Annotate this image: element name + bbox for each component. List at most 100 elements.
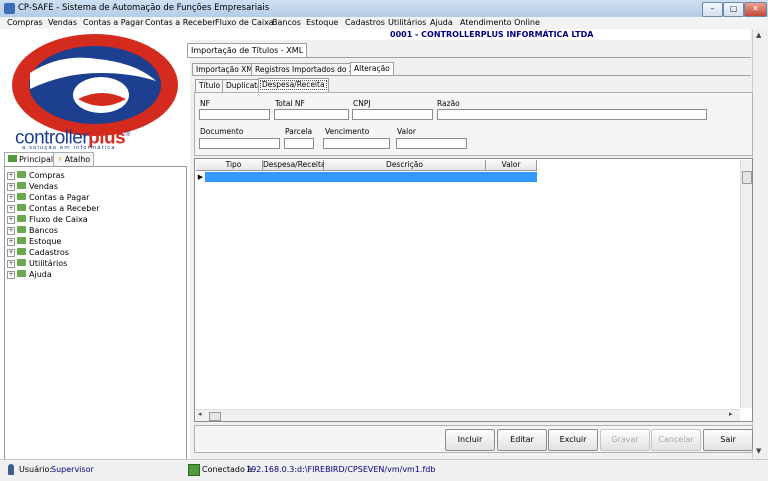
expand-icon[interactable]: + [7, 183, 15, 191]
expand-icon[interactable]: + [7, 172, 15, 180]
user-icon [8, 464, 14, 475]
menu-contas-a-pagar[interactable]: Contas a Pagar [83, 17, 143, 29]
grid-horizontal-scroll-thumb[interactable] [209, 412, 221, 421]
grid-vertical-scroll-thumb[interactable] [742, 171, 752, 184]
tree-item-contas-a-pagar[interactable]: + Contas a Pagar [7, 193, 89, 203]
navigation-tree: + Compras + Vendas + Contas a Pagar + Contas… [4, 166, 187, 460]
tree-item-cadastros[interactable]: + Cadastros [7, 248, 69, 258]
menu-fluxo-de-caixa[interactable]: Fluxo de Caixa [215, 17, 274, 29]
column-header-despesa-receita[interactable]: Despesa/Receita [263, 160, 326, 171]
grid-vertical-scrollbar[interactable] [740, 160, 752, 408]
button-bar: Incluir Editar Excluir Gravar Cancelar S… [194, 425, 753, 453]
form-panel: NF Total NF CNPJ Razão Documento Parcela… [194, 92, 753, 156]
menu-contas-a-receber[interactable]: Contas a Receber [145, 17, 215, 29]
minimize-button[interactable]: – [702, 2, 723, 17]
expand-icon[interactable]: + [7, 260, 15, 268]
maximize-button[interactable]: ▢ [723, 2, 744, 17]
expand-icon[interactable]: + [7, 271, 15, 279]
incluir-button[interactable]: Incluir [445, 429, 495, 451]
menu-estoque[interactable]: Estoque [306, 17, 338, 29]
logo-registered-mark: ® [125, 131, 130, 138]
label-documento: Documento [200, 127, 244, 136]
nf-field[interactable] [199, 109, 270, 120]
user-label: Usuário: [19, 465, 53, 474]
tab-divider [192, 75, 751, 76]
scroll-left-icon[interactable]: ◂ [198, 410, 202, 418]
cnpj-field[interactable] [352, 109, 433, 120]
tree-item-vendas[interactable]: + Vendas [7, 182, 58, 192]
editar-button[interactable]: Editar [497, 429, 547, 451]
parcela-field[interactable] [284, 138, 314, 149]
tab-atalho-label: Atalho [64, 155, 91, 164]
menu-cadastros[interactable]: Cadastros [345, 17, 385, 29]
cancelar-button[interactable]: Cancelar [651, 429, 701, 451]
excluir-button[interactable]: Excluir [548, 429, 598, 451]
scroll-right-icon[interactable]: ▸ [729, 410, 733, 418]
cell-despesa-receita[interactable] [263, 172, 325, 182]
documento-field[interactable] [199, 138, 280, 149]
label-vencimento: Vencimento [325, 127, 370, 136]
left-pane: controllerplus® a solução em informática… [0, 29, 190, 460]
scroll-up-icon[interactable]: ▲ [756, 31, 761, 39]
column-header-tipo[interactable]: Tipo [205, 160, 263, 171]
column-header-descricao[interactable]: Descrição [324, 160, 486, 171]
tree-item-bancos[interactable]: + Bancos [7, 226, 58, 236]
tree-item-label: Compras [29, 171, 65, 180]
scroll-down-icon[interactable]: ▼ [756, 447, 761, 455]
tree-item-fluxo-de-caixa[interactable]: + Fluxo de Caixa [7, 215, 88, 225]
tree-item-label: Contas a Pagar [29, 193, 90, 202]
tab-principal-label: Principal [19, 155, 54, 164]
tab-alteracao[interactable]: Alteração [350, 62, 394, 76]
cell-descricao[interactable] [324, 172, 487, 182]
tab-principal[interactable]: Principal [4, 152, 58, 166]
tab-despesa-receita[interactable]: Despesa/Receita [258, 78, 329, 92]
cell-tipo[interactable] [205, 172, 264, 182]
tree-item-label: Fluxo de Caixa [29, 215, 88, 224]
folder-icon [17, 270, 26, 277]
tree-item-label: Vendas [29, 182, 58, 191]
tab-titulo[interactable]: Título [195, 79, 225, 92]
tab-divider [187, 57, 751, 58]
sair-button[interactable]: Sair [703, 429, 753, 451]
expand-icon[interactable]: + [7, 205, 15, 213]
expand-icon[interactable]: + [7, 194, 15, 202]
tab-atalho[interactable]: ⚡ Atalho [53, 152, 95, 166]
folder-icon [17, 226, 26, 233]
expand-icon[interactable]: + [7, 249, 15, 257]
tree-item-ajuda[interactable]: + Ajuda [7, 270, 52, 280]
folder-icon [17, 259, 26, 266]
main-vertical-scrollbar[interactable]: ▲ ▼ [752, 29, 768, 459]
tree-item-contas-a-receber[interactable]: + Contas a Receber [7, 204, 99, 214]
tree-item-compras[interactable]: + Compras [7, 171, 65, 181]
expand-icon[interactable]: + [7, 238, 15, 246]
company-logo: controllerplus® a solução em informática [0, 29, 190, 151]
close-button[interactable]: ✕ [744, 2, 767, 17]
valor-field[interactable] [396, 138, 467, 149]
connection-path: 192.168.0.3:d:\FIREBIRD/CPSEVEN/vm/vm1.f… [246, 465, 436, 474]
grid-horizontal-scrollbar[interactable]: ◂ ▸ [196, 409, 740, 421]
tree-item-label: Contas a Receber [29, 204, 100, 213]
cell-valor[interactable] [486, 172, 537, 182]
menu-compras[interactable]: Compras [7, 17, 43, 29]
expand-icon[interactable]: + [7, 227, 15, 235]
menu-ajuda[interactable]: Ajuda [430, 17, 453, 29]
tab-importacao-titulos-xml[interactable]: Importação de Títulos - XML [187, 43, 308, 57]
razao-field[interactable] [437, 109, 707, 120]
column-header-valor[interactable]: Valor [486, 160, 537, 171]
company-name: 0001 - CONTROLLERPLUS INFORMÁTICA LTDA [390, 30, 594, 39]
database-icon [188, 464, 200, 476]
folder-icon [17, 237, 26, 244]
tree-item-utilitarios[interactable]: + Utilitários [7, 259, 67, 269]
tree-item-label: Utilitários [29, 259, 68, 268]
gravar-button[interactable]: Gravar [600, 429, 650, 451]
total-nf-field[interactable] [274, 109, 349, 120]
menu-vendas[interactable]: Vendas [48, 17, 77, 29]
user-name: Supervisor [51, 465, 94, 474]
data-grid[interactable]: Tipo Despesa/Receita Descrição Valor ▶ ◂… [194, 158, 753, 422]
menu-bancos[interactable]: Bancos [272, 17, 301, 29]
menu-utilitarios[interactable]: Utilitários [388, 17, 426, 29]
menu-atendimento-online[interactable]: Atendimento Online [460, 17, 540, 29]
vencimento-field[interactable] [323, 138, 390, 149]
expand-icon[interactable]: + [7, 216, 15, 224]
tree-item-estoque[interactable]: + Estoque [7, 237, 61, 247]
